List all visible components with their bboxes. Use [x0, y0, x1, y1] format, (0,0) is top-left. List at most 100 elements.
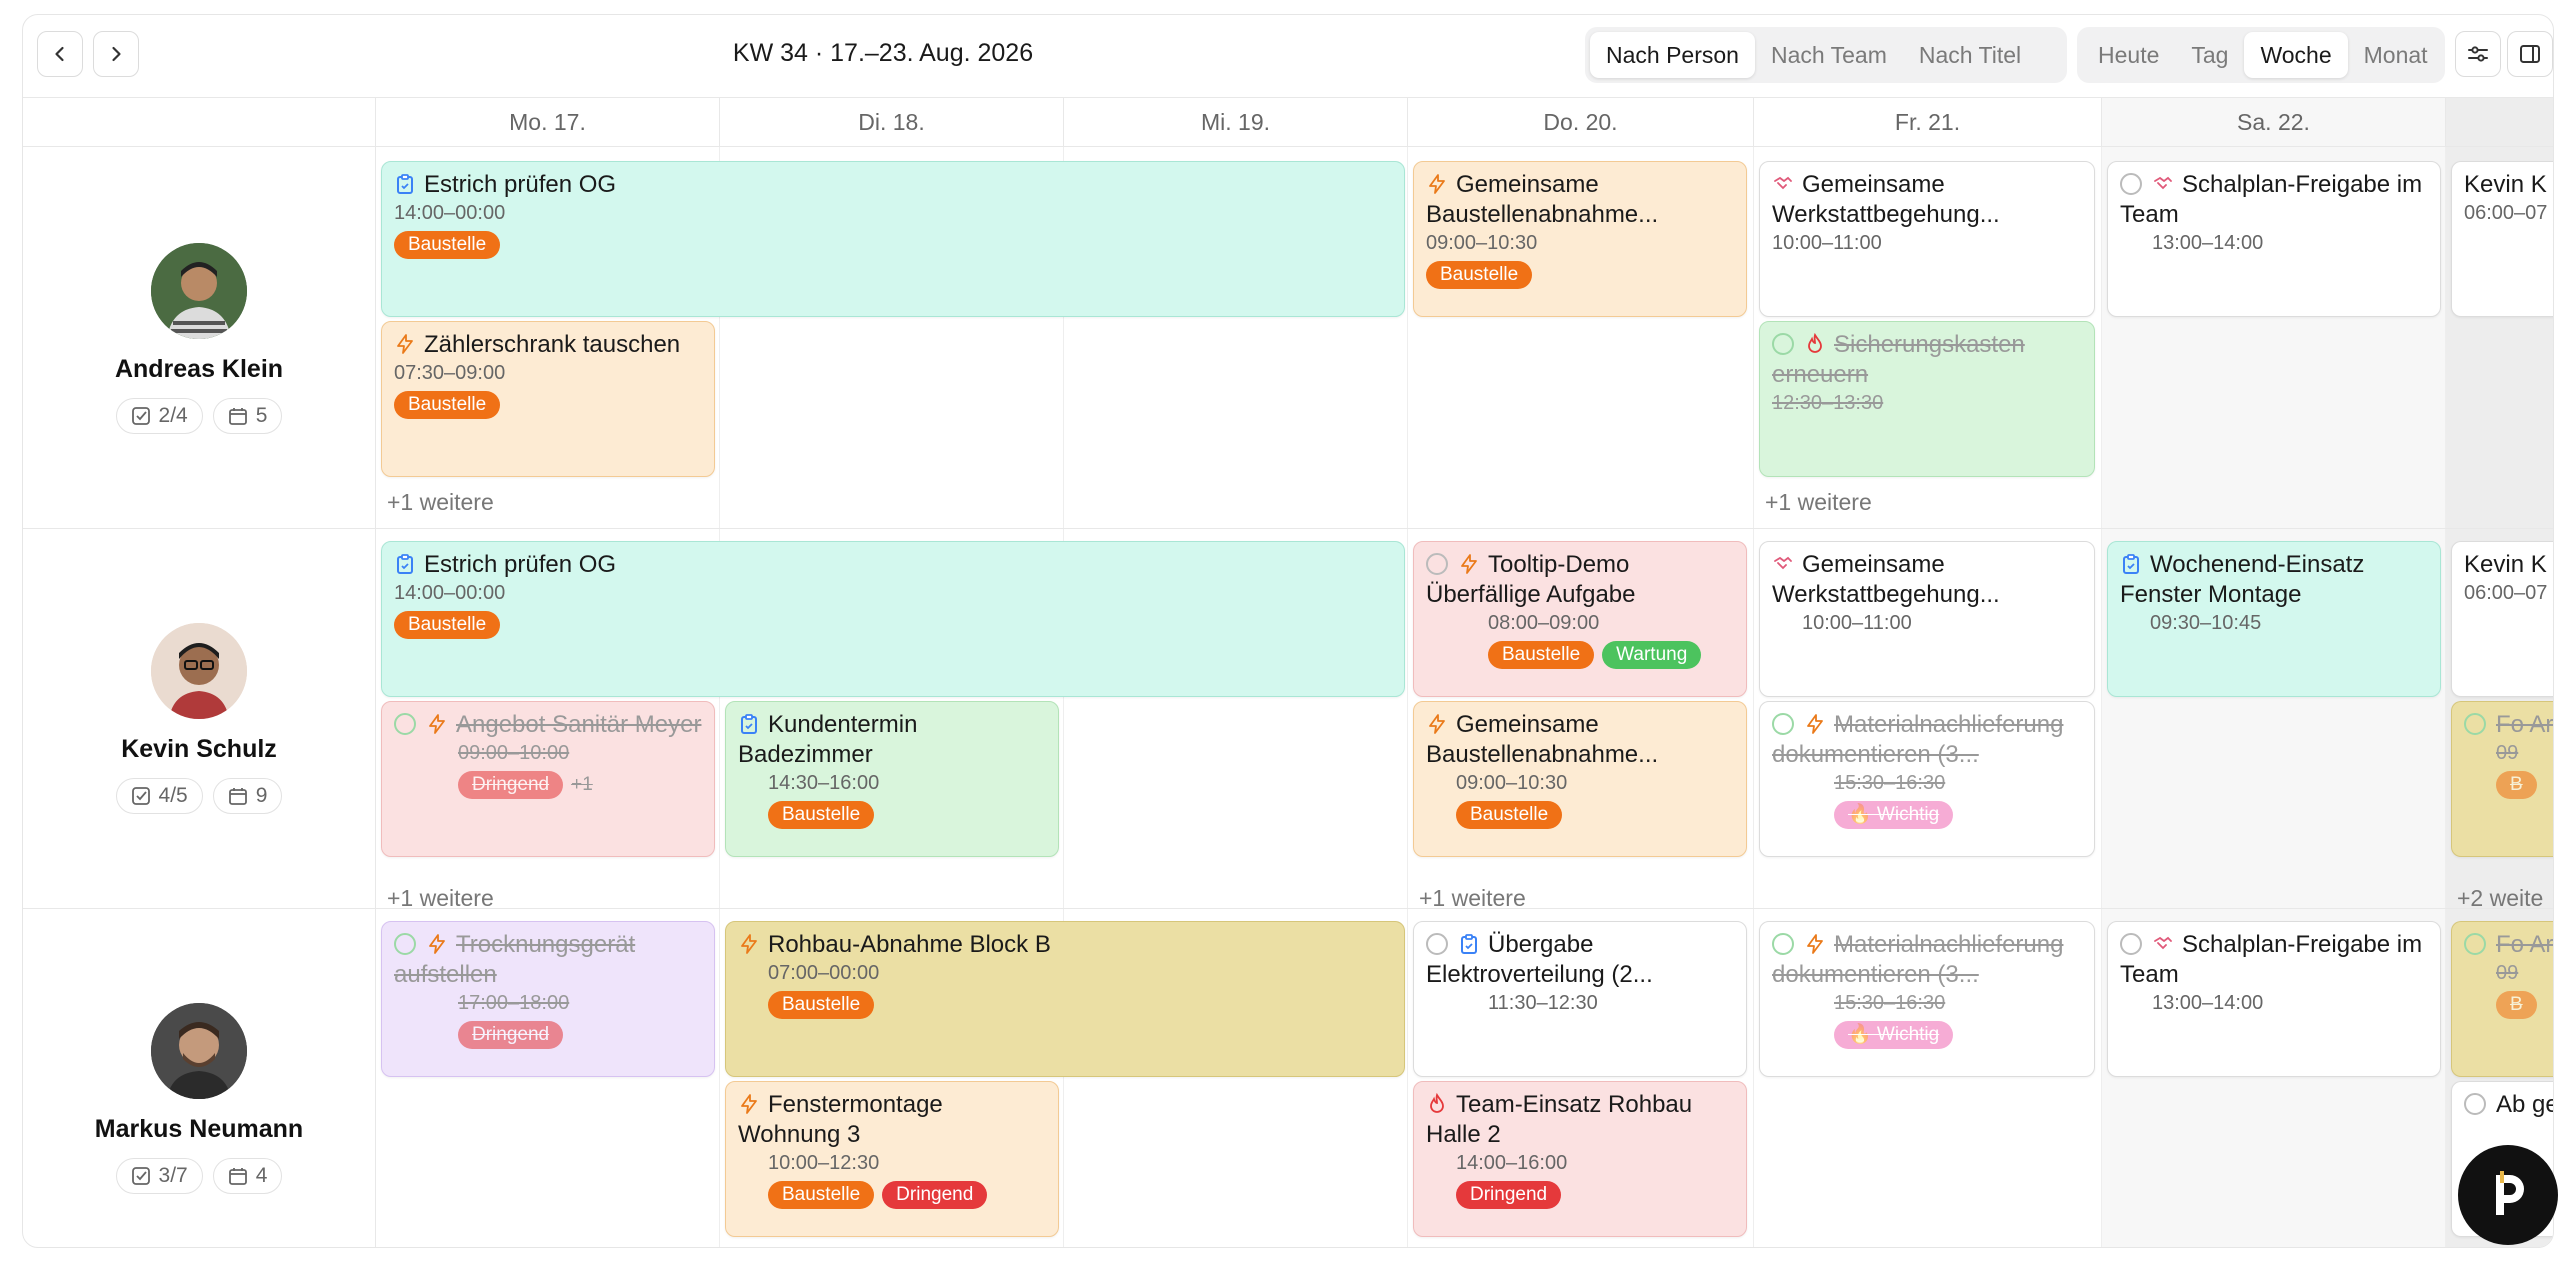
day-header-thu[interactable]: Do. 20. [1407, 98, 1753, 146]
more-events-link[interactable]: +1 weitere [387, 489, 494, 516]
event-card[interactable]: Gemeinsame Baustellenabnahme... 09:00–10… [1413, 161, 1747, 317]
event-card-clipped[interactable]: Kevin K 06:00–07 [2451, 541, 2553, 697]
task-count-badge[interactable]: 2/4 [115, 398, 203, 434]
open-check-icon[interactable] [1426, 553, 1448, 575]
handshake-icon [1774, 556, 1792, 570]
view-day[interactable]: Tag [2175, 32, 2244, 78]
bolt-icon [397, 334, 413, 354]
open-check-icon[interactable] [2120, 933, 2142, 955]
tag-baustelle: Baustelle [1488, 641, 1595, 669]
event-card[interactable]: Estrich prüfen OG 14:00–00:00 Baustelle [381, 161, 1405, 317]
event-card[interactable]: Übergabe Elektroverteilung (2... 11:30–1… [1413, 921, 1747, 1077]
event-card[interactable]: Gemeinsame Baustellenabnahme... 09:00–10… [1413, 701, 1747, 857]
event-card-clipped[interactable]: Fo Ar 09 B [2451, 701, 2553, 857]
tag-baustelle: B [2496, 771, 2537, 799]
tag-dringend: Dringend [1456, 1181, 1562, 1209]
calendar-icon [228, 1168, 247, 1185]
day-header-row: Mo. 17. Di. 18. Mi. 19. Do. 20. Fr. 21. … [23, 97, 2553, 147]
event-card[interactable]: Gemeinsame Werkstattbegehung... 10:00–11… [1759, 541, 2095, 697]
event-card[interactable]: Team-Einsatz Rohbau Halle 2 14:00–16:00 … [1413, 1081, 1747, 1237]
event-card[interactable]: Kundentermin Badezimmer 14:30–16:00 Baus… [725, 701, 1059, 857]
more-events-link[interactable]: +2 weite [2457, 885, 2543, 912]
event-card-done[interactable]: Materialnachlieferung dokumentieren (3..… [1759, 701, 2095, 857]
done-check-icon[interactable] [2464, 713, 2486, 735]
open-check-icon[interactable] [2464, 1093, 2486, 1115]
day-header-fri[interactable]: Fr. 21. [1753, 98, 2101, 146]
group-by-title[interactable]: Nach Titel [1903, 32, 2037, 78]
event-card[interactable]: Gemeinsame Werkstattbegehung... 10:00–11… [1759, 161, 2095, 317]
event-card[interactable]: Tooltip-Demo Überfällige Aufgabe 08:00–0… [1413, 541, 1747, 697]
open-check-icon[interactable] [2120, 173, 2142, 195]
more-events-link[interactable]: +1 weitere [387, 885, 494, 912]
event-card-done[interactable]: Trocknungsgerät aufstellen 17:00–18:00 D… [381, 921, 715, 1077]
column-divider [2445, 147, 2446, 1247]
chevron-left-icon [55, 46, 64, 62]
done-check-icon[interactable] [2464, 933, 2486, 955]
sliders-icon [2468, 46, 2488, 62]
view-month[interactable]: Monat [2348, 32, 2444, 78]
view-today[interactable]: Heute [2082, 32, 2175, 78]
event-count-badge[interactable]: 5 [212, 398, 283, 434]
event-card-clipped[interactable]: Fo Ar 09 B [2451, 921, 2553, 1077]
done-check-icon[interactable] [1772, 933, 1794, 955]
event-card[interactable]: Fenstermontage Wohnung 3 10:00–12:30 Bau… [725, 1081, 1059, 1237]
view-week[interactable]: Woche [2244, 32, 2348, 78]
toggle-panel-button[interactable] [2507, 31, 2553, 77]
day-header-wed[interactable]: Mi. 19. [1063, 98, 1407, 146]
week-title: KW 34 · 17.–23. Aug. 2026 [732, 39, 1034, 67]
task-count-badge[interactable]: 3/7 [115, 1158, 203, 1194]
event-card[interactable]: Schalplan-Freigabe im Team 13:00–14:00 [2107, 921, 2441, 1077]
tag-baustelle: Baustelle [768, 1181, 875, 1209]
next-week-button[interactable] [93, 31, 139, 77]
day-header-sun[interactable] [2445, 98, 2553, 146]
filter-button[interactable] [2455, 31, 2501, 77]
bolt-icon [1807, 714, 1823, 734]
event-card-clipped[interactable]: Kevin K 06:00–07 [2451, 161, 2553, 317]
tag-baustelle: B [2496, 991, 2537, 1019]
bolt-icon [1429, 174, 1445, 194]
event-card-done[interactable]: Materialnachlieferung dokumentieren (3..… [1759, 921, 2095, 1077]
event-card[interactable]: Zählerschrank tauschen 07:30–09:00 Baust… [381, 321, 715, 477]
chevron-right-icon [112, 46, 121, 62]
flame-icon [1430, 1093, 1444, 1113]
bolt-icon [429, 934, 445, 954]
tag-baustelle: Baustelle [768, 991, 875, 1019]
person-markus-neumann[interactable]: Markus Neumann 3/7 4 [23, 1003, 375, 1194]
day-header-mon[interactable]: Mo. 17. [375, 98, 719, 146]
event-card[interactable]: Schalplan-Freigabe im Team 13:00–14:00 [2107, 161, 2441, 317]
more-events-link[interactable]: +1 weitere [1765, 489, 1872, 516]
day-header-tue[interactable]: Di. 18. [719, 98, 1063, 146]
tag-baustelle: Baustelle [394, 391, 501, 419]
tag-dringend: Dringend [882, 1181, 988, 1209]
group-mode-switch: Nach Person Nach Team Nach Titel [1585, 27, 2067, 83]
event-card[interactable]: Wochenend-Einsatz Fenster Montage 09:30–… [2107, 541, 2441, 697]
tag-baustelle: Baustelle [768, 801, 875, 829]
done-check-icon[interactable] [394, 933, 416, 955]
event-card-done[interactable]: Sicherungskasten erneuern 12:30–13:30 [1759, 321, 2095, 477]
event-count-badge[interactable]: 4 [212, 1158, 283, 1194]
calendar-icon [228, 788, 247, 805]
person-kevin-schulz[interactable]: Kevin Schulz 4/5 9 [23, 623, 375, 814]
event-card[interactable]: Estrich prüfen OG 14:00–00:00 Baustelle [381, 541, 1405, 697]
group-by-person[interactable]: Nach Person [1590, 32, 1755, 78]
done-check-icon[interactable] [394, 713, 416, 735]
done-check-icon[interactable] [1772, 333, 1794, 355]
bolt-icon [1461, 554, 1477, 574]
day-header-sat[interactable]: Sa. 22. [2101, 98, 2445, 146]
event-card[interactable]: Rohbau-Abnahme Block B 07:00–00:00 Baust… [725, 921, 1405, 1077]
clipboard-icon [2123, 554, 2139, 574]
event-count-badge[interactable]: 9 [212, 778, 283, 814]
prev-week-button[interactable] [37, 31, 83, 77]
flame-icon [1808, 333, 1822, 353]
more-events-link[interactable]: +1 weitere [1419, 885, 1526, 912]
event-card-done[interactable]: Angebot Sanitär Meyer 09:00–10:00 Dringe… [381, 701, 715, 857]
avatar [151, 1003, 247, 1099]
open-check-icon[interactable] [1426, 933, 1448, 955]
done-check-icon[interactable] [1772, 713, 1794, 735]
group-by-team[interactable]: Nach Team [1755, 32, 1903, 78]
app-logo-button[interactable] [2458, 1145, 2558, 1245]
task-count-badge[interactable]: 4/5 [115, 778, 203, 814]
person-andreas-klein[interactable]: Andreas Klein 2/4 5 [23, 243, 375, 434]
handshake-icon [2154, 936, 2172, 950]
avatar [151, 623, 247, 719]
